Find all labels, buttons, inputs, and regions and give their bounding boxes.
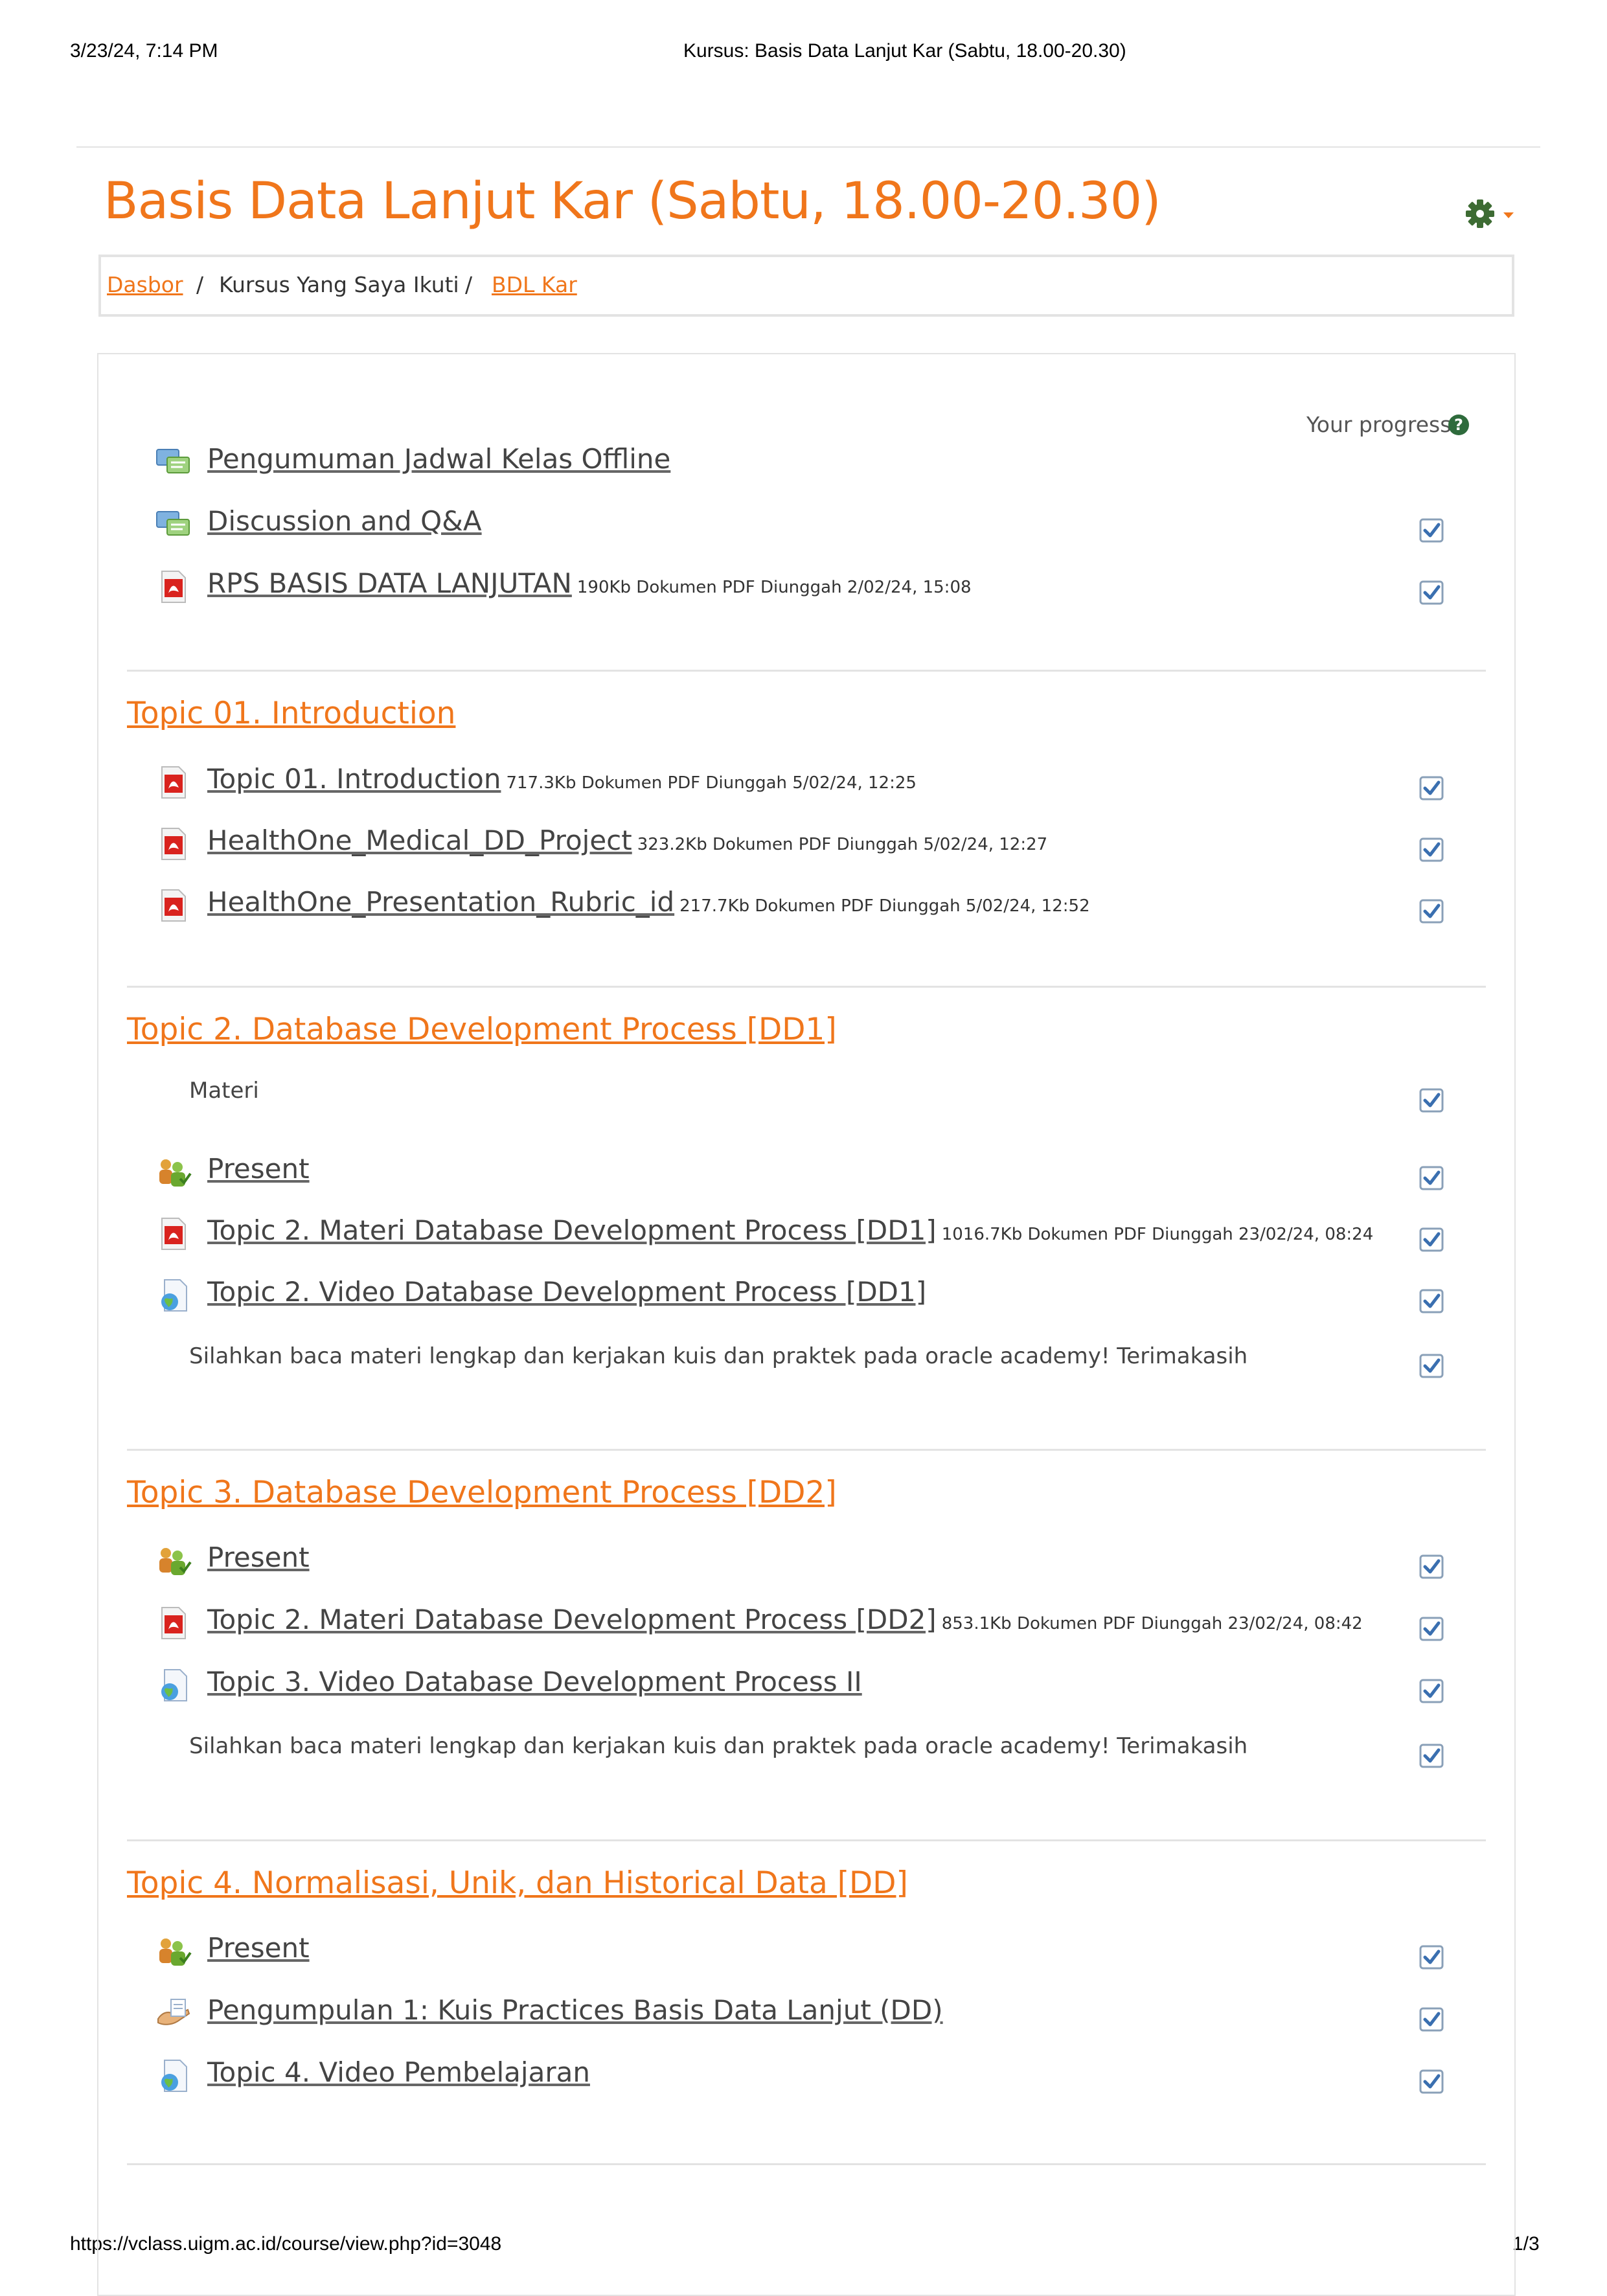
section-label-text: Materi [189, 1078, 259, 1104]
completion-checkbox-icon[interactable] [1419, 837, 1444, 862]
attendance-icon [159, 1159, 192, 1187]
activity-meta: 1016.7Kb Dokumen PDF Diunggah 23/02/24, … [941, 1225, 1374, 1244]
activity-link[interactable]: Topic 2. Video Database Development Proc… [207, 1276, 926, 1308]
attendance-icon [159, 1548, 192, 1575]
activity-link[interactable]: Topic 2. Materi Database Development Pro… [207, 1604, 937, 1635]
print-page-number: 1/3 [1512, 2233, 1540, 2255]
activity-link[interactable]: HealthOne_Presentation_Rubric_id [207, 886, 674, 918]
activity-item[interactable]: Topic 3. Video Database Development Proc… [207, 1666, 862, 1698]
completion-checkbox-icon[interactable] [1419, 2007, 1444, 2032]
activity-item[interactable]: Topic 2. Materi Database Development Pro… [207, 1214, 1373, 1246]
section-label-text: Silahkan baca materi lengkap dan kerjaka… [189, 1343, 1248, 1369]
activity-meta: 217.7Kb Dokumen PDF Diunggah 5/02/24, 12… [679, 896, 1090, 916]
section-title[interactable]: Topic 4. Normalisasi, Unik, dan Historic… [127, 1865, 908, 1901]
activity-item[interactable]: Topic 01. Introduction 717.3Kb Dokumen PD… [207, 763, 917, 795]
breadcrumb-my-courses: Kursus Yang Saya Ikuti [219, 272, 459, 297]
activity-item[interactable]: RPS BASIS DATA LANJUTAN 190Kb Dokumen PDF… [207, 567, 972, 599]
print-datetime: 3/23/24, 7:14 PM [70, 40, 218, 62]
completion-checkbox-icon[interactable] [1419, 1617, 1444, 1641]
activity-item[interactable]: Pengumuman Jadwal Kelas Offline [207, 443, 670, 475]
completion-checkbox-icon[interactable] [1419, 580, 1444, 605]
activity-link[interactable]: Discussion and Q&A [207, 505, 482, 537]
activity-link[interactable]: Pengumpulan 1: Kuis Practices Basis Data… [207, 1994, 943, 2026]
activity-item[interactable]: HealthOne_Medical_DD_Project 323.2Kb Doku… [207, 824, 1047, 856]
url-icon [161, 1279, 187, 1312]
activity-link[interactable]: Topic 2. Materi Database Development Pro… [207, 1214, 937, 1246]
activity-item[interactable]: Discussion and Q&A [207, 505, 482, 537]
completion-checkbox-icon[interactable] [1419, 1088, 1444, 1113]
activity-link[interactable]: RPS BASIS DATA LANJUTAN [207, 567, 572, 599]
help-icon[interactable]: ? [1448, 415, 1469, 435]
settings-gear-icon[interactable] [1461, 194, 1519, 233]
section-divider [127, 2163, 1486, 2165]
completion-checkbox-icon[interactable] [1419, 776, 1444, 801]
breadcrumb-current-course[interactable]: BDL Kar [492, 272, 577, 297]
activity-item[interactable]: Present [207, 1541, 310, 1573]
attendance-icon [159, 1938, 192, 1966]
activity-link[interactable]: Present [207, 1541, 310, 1573]
activity-link[interactable]: HealthOne_Medical_DD_Project [207, 824, 632, 856]
activity-item[interactable]: Present [207, 1932, 310, 1964]
activity-item[interactable]: Topic 2. Video Database Development Proc… [207, 1276, 926, 1308]
pdf-icon [161, 1607, 186, 1639]
forum-icon [156, 449, 190, 473]
progress-label: Your progress [1306, 412, 1452, 437]
section-divider [127, 1839, 1486, 1841]
completion-checkbox-icon[interactable] [1419, 1679, 1444, 1703]
activity-link[interactable]: Present [207, 1153, 310, 1185]
pdf-icon [161, 766, 186, 799]
url-icon [161, 1669, 187, 1701]
activity-item[interactable]: HealthOne_Presentation_Rubric_id 217.7Kb … [207, 886, 1090, 918]
assignment-icon [157, 1999, 190, 2025]
completion-checkbox-icon[interactable] [1419, 2069, 1444, 2094]
breadcrumb-separator: / [465, 272, 473, 297]
completion-checkbox-icon[interactable] [1419, 899, 1444, 924]
completion-checkbox-icon[interactable] [1419, 1354, 1444, 1378]
section-title[interactable]: Topic 01. Introduction [127, 696, 455, 731]
completion-checkbox-icon[interactable] [1419, 1166, 1444, 1190]
breadcrumb-separator: / [196, 272, 204, 297]
url-icon [161, 2060, 187, 2092]
header-divider [76, 146, 1540, 148]
completion-checkbox-icon[interactable] [1419, 518, 1444, 543]
activity-meta: 717.3Kb Dokumen PDF Diunggah 5/02/24, 12… [506, 773, 917, 793]
activity-meta: 190Kb Dokumen PDF Diunggah 2/02/24, 15:0… [576, 578, 972, 597]
chevron-down-icon [1503, 212, 1514, 218]
activity-item[interactable]: Present [207, 1153, 310, 1185]
section-label-text: Silahkan baca materi lengkap dan kerjaka… [189, 1733, 1248, 1759]
activity-link[interactable]: Pengumuman Jadwal Kelas Offline [207, 443, 670, 475]
completion-checkbox-icon[interactable] [1419, 1744, 1444, 1768]
section-title[interactable]: Topic 2. Database Development Process [D… [127, 1012, 837, 1047]
section-title[interactable]: Topic 3. Database Development Process [D… [127, 1475, 837, 1510]
section-divider [127, 670, 1486, 672]
forum-icon [156, 511, 190, 536]
activity-meta: 323.2Kb Dokumen PDF Diunggah 5/02/24, 12… [637, 835, 1048, 854]
completion-checkbox-icon[interactable] [1419, 1227, 1444, 1252]
pdf-icon [161, 1218, 186, 1250]
completion-checkbox-icon[interactable] [1419, 1945, 1444, 1970]
pdf-icon [161, 889, 186, 922]
activity-link[interactable]: Topic 01. Introduction [207, 763, 501, 795]
completion-checkbox-icon[interactable] [1419, 1289, 1444, 1313]
activity-link[interactable]: Present [207, 1932, 310, 1964]
activity-item[interactable]: Topic 4. Video Pembelajaran [207, 2056, 590, 2088]
pdf-icon [161, 828, 186, 860]
activity-item[interactable]: Topic 2. Materi Database Development Pro… [207, 1604, 1363, 1635]
pdf-icon [161, 571, 186, 603]
completion-checkbox-icon[interactable] [1419, 1554, 1444, 1579]
activity-link[interactable]: Topic 4. Video Pembelajaran [207, 2056, 590, 2088]
breadcrumb-dasbor[interactable]: Dasbor [107, 272, 183, 297]
activity-link[interactable]: Topic 3. Video Database Development Proc… [207, 1666, 862, 1698]
page-title: Basis Data Lanjut Kar (Sabtu, 18.00-20.3… [104, 172, 1161, 231]
activity-item[interactable]: Pengumpulan 1: Kuis Practices Basis Data… [207, 1994, 943, 2026]
print-page-title: Kursus: Basis Data Lanjut Kar (Sabtu, 18… [683, 40, 1126, 62]
section-divider [127, 1449, 1486, 1451]
section-divider [127, 986, 1486, 988]
activity-meta: 853.1Kb Dokumen PDF Diunggah 23/02/24, 0… [941, 1614, 1363, 1633]
